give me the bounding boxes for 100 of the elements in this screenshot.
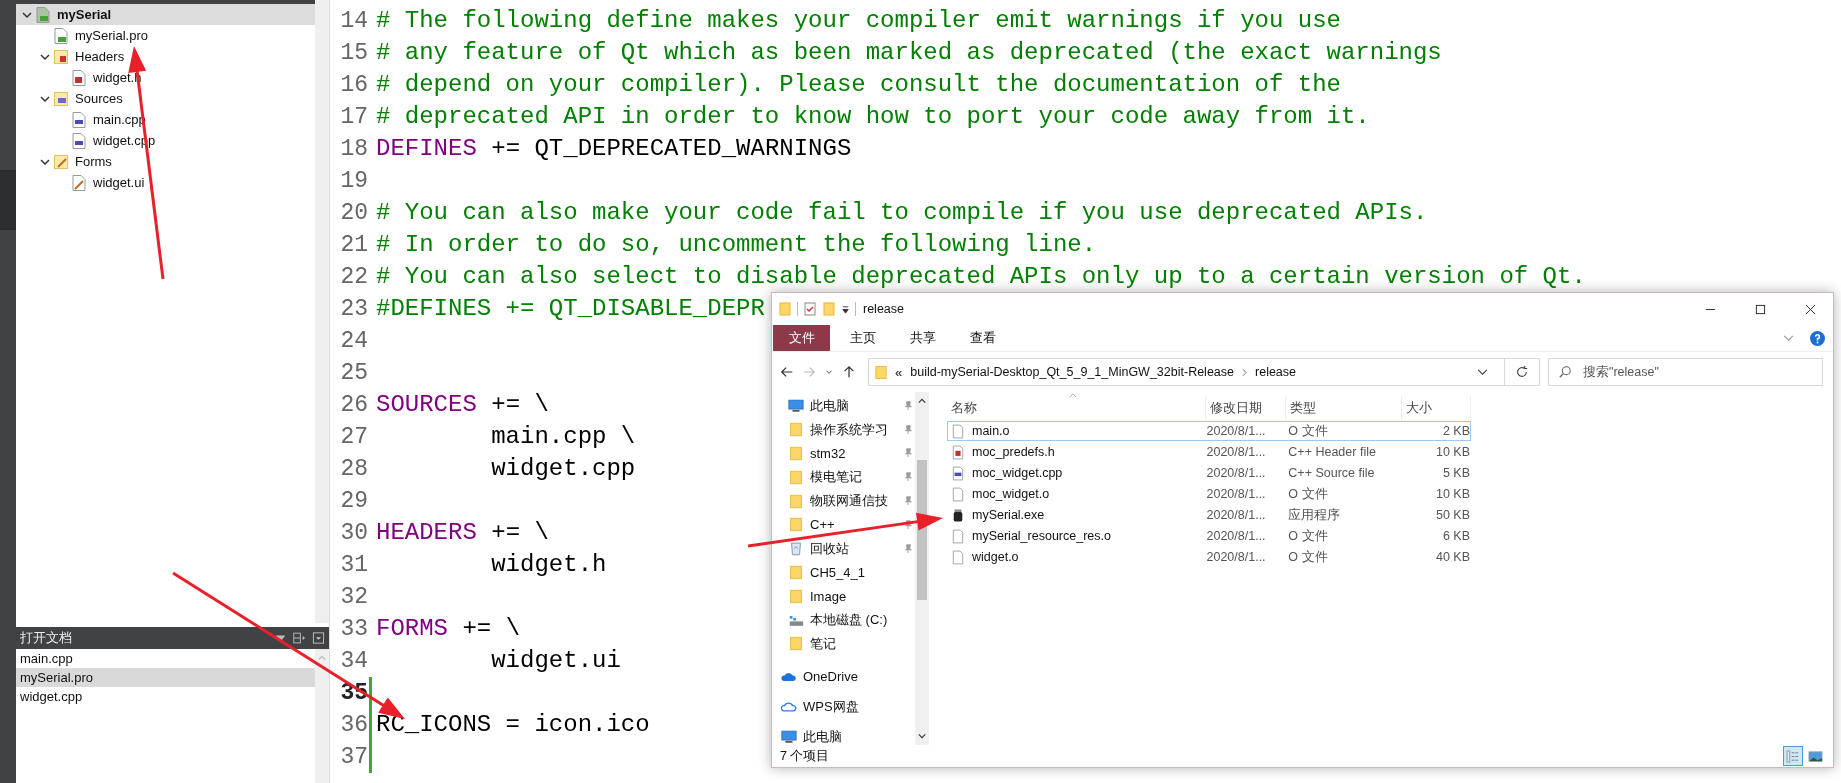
folder-icon [788, 469, 804, 485]
ribbon-tab[interactable]: 查看 [956, 325, 1010, 351]
up-arrow-icon[interactable] [842, 365, 856, 379]
code-line: widget.ui [490, 646, 621, 676]
folder-icon [54, 48, 68, 65]
file-row[interactable]: mySerial.exe 2020/8/1... 应用程序 50 KB [947, 505, 1471, 525]
navigation-item[interactable]: 模电笔记 [772, 465, 915, 490]
breadcrumb[interactable]: release [1255, 365, 1296, 379]
file-date: 2020/8/1... [1206, 445, 1267, 459]
navigation-item[interactable]: 此电脑 [772, 721, 915, 745]
search-field[interactable]: 搜索"release" [1548, 358, 1823, 386]
navigation-item[interactable]: 此电脑 [772, 394, 915, 418]
split-icon[interactable] [293, 632, 306, 644]
tree-item[interactable]: Sources [16, 88, 315, 109]
sort-caret-icon [1069, 393, 1077, 398]
navigation-item[interactable]: Image [772, 584, 915, 609]
code-comment: #DEFINES += QT_DISABLE_DEPR [376, 294, 765, 324]
column-header[interactable]: 修改日期 [1205, 396, 1285, 420]
header-file-icon [952, 444, 964, 460]
navigation-item[interactable]: 物联网通信技 [772, 489, 915, 513]
line-number: 31 [339, 551, 368, 580]
file-size: 5 KB [1441, 466, 1470, 480]
column-header[interactable]: 大小 [1401, 396, 1471, 420]
code-comment: # depend on your compiler). Please consult the documentation of the [376, 70, 1341, 100]
line-number: 23 [339, 295, 368, 324]
line-number: 33 [339, 615, 368, 644]
line-number: 14 [339, 7, 368, 36]
overflow-chevron[interactable]: « [895, 364, 903, 380]
file-row[interactable]: widget.o 2020/8/1... O 文件 40 KB [947, 547, 1471, 567]
file-row[interactable]: main.o 2020/8/1... O 文件 2 KB [947, 421, 1471, 441]
close-panel-icon[interactable] [312, 632, 325, 644]
dropdown-icon[interactable] [841, 304, 850, 314]
file-date: 2020/8/1... [1206, 466, 1267, 480]
file-size: 2 KB [1441, 424, 1470, 438]
file-row[interactable]: moc_widget.cpp 2020/8/1... C++ Source file 5 KB [947, 463, 1471, 483]
file-name: moc_widget.o [972, 487, 1050, 501]
document-item[interactable]: mySerial.pro [16, 668, 315, 687]
file-row[interactable]: mySerial_resource_res.o 2020/8/1... O 文件 6 KB [947, 526, 1471, 546]
line-number: 37 [339, 743, 368, 772]
file-date: 2020/8/1... [1206, 424, 1267, 438]
navigation-item[interactable]: 笔记 [772, 631, 915, 656]
cloud-outline-icon [781, 699, 797, 715]
checklist-icon[interactable] [803, 302, 817, 316]
column-header[interactable]: 名称 [947, 396, 1205, 420]
file-date: 2020/8/1... [1206, 550, 1267, 564]
scrollbar[interactable] [315, 649, 329, 783]
document-item[interactable]: main.cpp [16, 649, 315, 668]
navigation-item[interactable]: 本地磁盘 (C:) [772, 608, 915, 632]
back-arrow-icon[interactable] [780, 365, 794, 379]
help-icon[interactable] [1810, 330, 1825, 346]
folder-icon [875, 364, 887, 380]
chevron-right-icon[interactable] [1242, 367, 1247, 377]
line-number: 18 [339, 135, 368, 164]
navigation-item[interactable]: OneDrive [772, 661, 915, 692]
scrollbar-thumb[interactable] [917, 460, 927, 600]
navigation-item[interactable]: stm32 [772, 441, 915, 466]
line-number: 15 [339, 39, 368, 68]
file-name: moc_predefs.h [972, 445, 1055, 459]
tree-item[interactable]: mySerial.pro [16, 25, 315, 46]
navigation-item[interactable]: C++ [772, 513, 915, 537]
file-icon [952, 528, 964, 544]
navigation-item[interactable]: 操作系统学习 [772, 417, 915, 442]
file-row[interactable]: moc_predefs.h 2020/8/1... C++ Header file 10 KB [947, 442, 1471, 462]
tree-item[interactable]: Forms [16, 151, 315, 172]
line-number: 19 [339, 167, 368, 196]
line-number: 20 [339, 199, 368, 228]
ribbon-tab[interactable]: 主页 [836, 325, 890, 351]
file-row[interactable]: moc_widget.o 2020/8/1... O 文件 10 KB [947, 484, 1471, 504]
file-name: main.o [972, 424, 1010, 438]
tree-item[interactable]: mySerial [16, 4, 315, 25]
refresh-icon [1515, 365, 1529, 379]
address-bar[interactable]: « build-mySerial-Desktop_Qt_5_9_1_MinGW_32bit-Release release [868, 358, 1540, 386]
scroll-down-icon[interactable] [918, 733, 926, 739]
document-item[interactable]: widget.cpp [16, 687, 315, 706]
scroll-up-icon[interactable] [918, 398, 926, 404]
code-comment: # deprecated API in order to know how to port your code away from it. [376, 102, 1370, 132]
file-size: 10 KB [1434, 445, 1470, 459]
line-number: 29 [339, 487, 368, 516]
file-icon [952, 423, 964, 439]
breadcrumb[interactable]: build-mySerial-Desktop_Qt_5_9_1_MinGW_32bit-Release [910, 365, 1234, 379]
tree-item[interactable]: widget.ui [16, 172, 315, 193]
file-name: widget.o [972, 550, 1019, 564]
folder-icon [788, 564, 804, 580]
file-menu-tab[interactable]: 文件 [773, 325, 830, 351]
folder-icon [788, 588, 804, 604]
scrollbar[interactable] [915, 392, 929, 745]
column-header[interactable]: 类型 [1285, 396, 1401, 420]
navigation-item[interactable]: 回收站 [772, 536, 915, 561]
navigation-item[interactable]: CH5_4_1 [772, 560, 915, 585]
line-number: 34 [339, 647, 368, 676]
code-line: SOURCES += \ [376, 390, 549, 420]
exe-file-icon [952, 507, 964, 523]
navigation-item[interactable]: WPS网盘 [772, 691, 915, 722]
line-number: 32 [339, 583, 368, 612]
code-line: FORMS += \ [376, 614, 521, 644]
folder-icon [788, 636, 804, 652]
ribbon-tab[interactable]: 共享 [896, 325, 950, 351]
tree-item[interactable]: Headers [16, 46, 315, 67]
line-number: 16 [339, 71, 368, 100]
recycle-bin-icon [788, 541, 804, 557]
